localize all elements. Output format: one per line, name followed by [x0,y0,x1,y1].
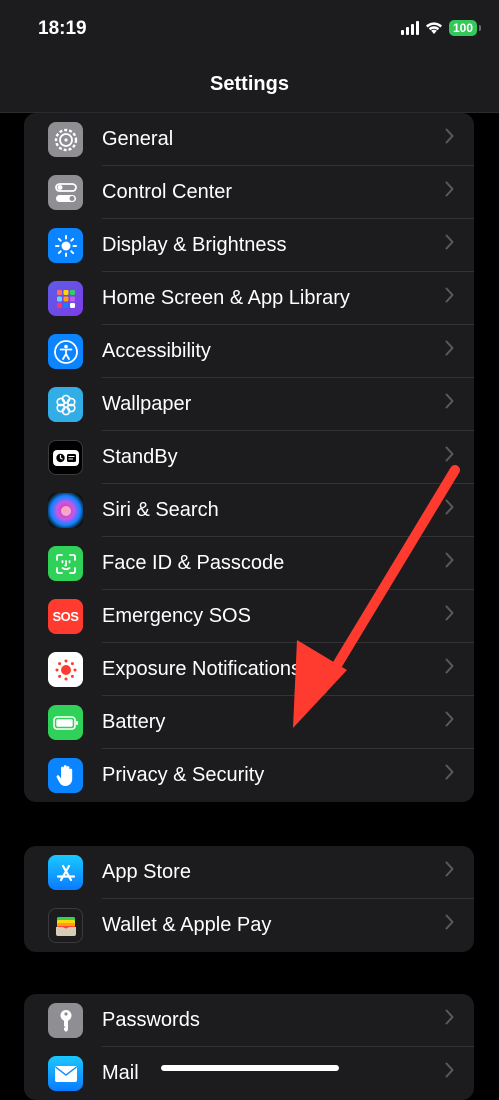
chevron-right-icon [445,605,454,621]
chevron-right-icon [445,446,454,462]
settings-row-face-id[interactable]: Face ID & Passcode [24,537,474,590]
settings-row-privacy-security[interactable]: Privacy & Security [24,749,474,802]
accessibility-icon [48,334,83,369]
row-label: StandBy [102,446,178,468]
settings-group-main: General Control Center Display & Brightn… [24,113,474,802]
sos-icon-text: SOS [52,609,79,624]
chevron-right-icon [445,658,454,674]
row-label: Passwords [102,1009,200,1031]
row-label: Emergency SOS [102,605,251,627]
toggles-icon [48,175,83,210]
settings-row-wallet[interactable]: Wallet & Apple Pay [24,899,474,952]
chevron-right-icon [445,234,454,250]
chevron-right-icon [445,287,454,303]
row-label: Display & Brightness [102,234,287,256]
flower-icon [48,387,83,422]
row-label: Privacy & Security [102,764,265,786]
chevron-right-icon [445,1009,454,1025]
wallet-icon [48,908,83,943]
row-label: Accessibility [102,340,211,362]
cellular-signal-icon [400,21,419,35]
row-label: Mail [102,1062,139,1084]
mail-icon [48,1056,83,1091]
row-label: Control Center [102,181,233,203]
wifi-icon [425,22,442,34]
settings-row-wallpaper[interactable]: Wallpaper [24,378,474,431]
app-grid-icon [48,281,83,316]
settings-row-home-screen[interactable]: Home Screen & App Library [24,272,474,325]
exposure-icon [48,652,83,687]
chevron-right-icon [445,499,454,515]
battery-indicator: 100 [448,20,482,36]
chevron-right-icon [445,711,454,727]
settings-group-store: App Store Wallet & Apple Pay [24,846,474,952]
app-store-icon [48,855,83,890]
chevron-right-icon [445,764,454,780]
settings-group-apps: Passwords Mail [24,994,474,1100]
row-label: Siri & Search [102,499,219,521]
sun-icon [48,228,83,263]
settings-row-control-center[interactable]: Control Center [24,166,474,219]
status-time: 18:19 [38,18,87,39]
chevron-right-icon [445,181,454,197]
settings-row-battery[interactable]: Battery [24,696,474,749]
row-label: Wallet & Apple Pay [102,914,272,936]
row-label: Face ID & Passcode [102,552,285,574]
row-label: App Store [102,861,191,883]
row-label: Wallpaper [102,393,192,415]
home-indicator[interactable] [161,1065,339,1071]
battery-icon [48,705,83,740]
settings-row-exposure-notifications[interactable]: Exposure Notifications [24,643,474,696]
chevron-right-icon [445,1062,454,1078]
hand-icon [48,758,83,793]
settings-row-accessibility[interactable]: Accessibility [24,325,474,378]
chevron-right-icon [445,552,454,568]
settings-row-emergency-sos[interactable]: SOS Emergency SOS [24,590,474,643]
settings-row-passwords[interactable]: Passwords [24,994,474,1047]
settings-row-display-brightness[interactable]: Display & Brightness [24,219,474,272]
settings-row-siri-search[interactable]: Siri & Search [24,484,474,537]
key-icon [48,1003,83,1038]
gear-icon [48,122,83,157]
settings-row-general[interactable]: General [24,113,474,166]
page-title: Settings [210,73,289,95]
chevron-right-icon [445,340,454,356]
row-label: General [102,128,174,150]
row-label: Exposure Notifications [102,658,301,680]
chevron-right-icon [445,393,454,409]
row-label: Home Screen & App Library [102,287,350,309]
row-label: Battery [102,711,166,733]
chevron-right-icon [445,128,454,144]
navigation-header: 18:19 100 Settings [0,0,499,113]
face-id-icon [48,546,83,581]
chevron-right-icon [445,914,454,930]
siri-icon [48,493,83,528]
status-icons: 100 [400,20,482,36]
settings-row-app-store[interactable]: App Store [24,846,474,899]
chevron-right-icon [445,861,454,877]
standby-icon [48,440,83,475]
settings-row-mail[interactable]: Mail [24,1047,474,1100]
sos-icon: SOS [48,599,83,634]
settings-row-standby[interactable]: StandBy [24,431,474,484]
